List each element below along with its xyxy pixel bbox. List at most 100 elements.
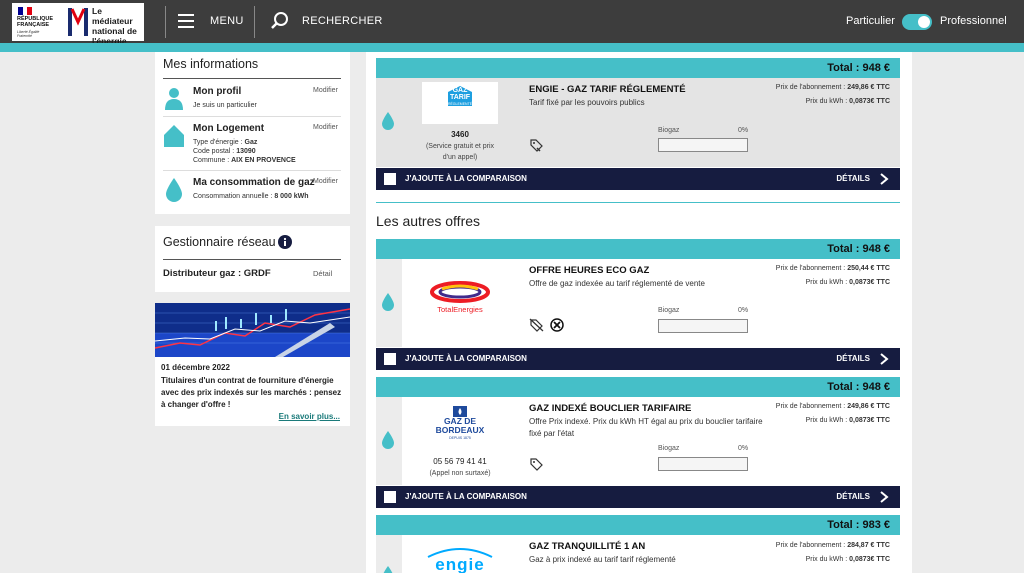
biogaz-percent: 0% <box>738 307 749 314</box>
compare-bar: J'AJOUTE À LA COMPARAISON DÉTAILS <box>376 486 900 508</box>
totalenergies-logo <box>430 281 490 303</box>
french-flag-icon <box>18 7 33 15</box>
offer-body: GAZ DE BORDEAUX DEPUIS 1875 05 56 79 41 … <box>376 397 900 485</box>
my-information-panel: Mes informations Mon profil Modifier Je … <box>155 52 350 214</box>
mediator-m-icon <box>68 8 88 36</box>
compare-bar: J'AJOUTE À LA COMPARAISON DÉTAILS <box>376 168 900 190</box>
toggle-label-particulier[interactable]: Particulier <box>846 15 895 27</box>
offer-total: Total : 948 € <box>827 381 890 393</box>
biogaz-label: Biogaz <box>658 127 680 134</box>
hamburger-menu-icon[interactable] <box>178 14 194 28</box>
commune: Commune : AIX EN PROVENCE <box>193 157 296 164</box>
toggle-label-professionnel[interactable]: Professionnel <box>940 15 1007 27</box>
logement-name: Mon Logement <box>193 123 265 134</box>
kwh-price: Prix du kWh : 0,0873€ TTC <box>805 556 890 563</box>
panel-title: Gestionnaire réseau <box>163 235 276 249</box>
offer-total: Total : 983 € <box>827 519 890 531</box>
kwh-price: Prix du kWh : 0,0873€ TTC <box>805 279 890 286</box>
header-separator <box>254 6 255 38</box>
biogaz-bar <box>658 457 748 471</box>
news-text: Titulaires d'un contrat de fourniture d'… <box>161 376 342 409</box>
chevron-right-icon[interactable] <box>878 352 890 366</box>
offer-phone: 3460 <box>451 130 469 139</box>
news-more-link[interactable]: En savoir plus... <box>279 412 340 421</box>
offer-total: Total : 948 € <box>827 243 890 255</box>
details-button[interactable]: DÉTAILS <box>836 492 870 501</box>
biogaz-percent: 0% <box>738 127 749 134</box>
section-title: Les autres offres <box>376 213 481 229</box>
offer-body: GAZ TARIF RÉGLEMENTÉ 3460 (Service gratu… <box>376 78 900 167</box>
chevron-right-icon[interactable] <box>878 490 890 504</box>
cancel-circle-icon <box>550 318 564 332</box>
header-separator <box>165 6 166 38</box>
postal-code: Code postal : 13090 <box>193 148 256 155</box>
user-icon <box>165 88 183 110</box>
distributor-label: Distributeur gaz : GRDF <box>163 268 271 279</box>
compare-label[interactable]: J'AJOUTE À LA COMPARAISON <box>405 492 527 501</box>
subscription-price: Prix de l'abonnement : 249,86 € TTC <box>775 84 890 91</box>
market-chart-image <box>155 303 350 357</box>
consommation-modify-link[interactable]: Modifier <box>313 178 338 185</box>
consommation-name: Ma consommation de gaz <box>193 177 315 188</box>
details-button[interactable]: DÉTAILS <box>836 354 870 363</box>
compare-label[interactable]: J'AJOUTE À LA COMPARAISON <box>405 354 527 363</box>
offer-phone: 05 56 79 41 41 <box>433 457 487 466</box>
gas-drop-icon <box>382 293 394 311</box>
section-divider <box>376 202 900 203</box>
biogaz-label: Biogaz <box>658 445 680 452</box>
offer-body: TotalEnergies OFFRE HEURES ECO GAZ Offre… <box>376 259 900 347</box>
profile-modify-link[interactable]: Modifier <box>313 87 338 94</box>
price-tag-icon <box>530 458 543 471</box>
offer-description: Gaz à prix indexé au tarif tarif régleme… <box>529 555 676 564</box>
consommation-row: Ma consommation de gaz Modifier Consomma… <box>163 177 341 207</box>
compare-checkbox[interactable] <box>384 353 396 365</box>
offer-total-bar: Total : 948 € <box>376 58 900 78</box>
gas-drop-icon <box>383 566 393 573</box>
gas-drop-icon <box>382 431 394 449</box>
offer-title: GAZ TRANQUILLITÉ 1 AN <box>529 541 646 552</box>
offer-description: Offre Prix indexé. Prix du kWh HT égal a… <box>529 417 763 438</box>
audience-toggle[interactable] <box>902 14 932 30</box>
gaz-de-bordeaux-logo: GAZ DE BORDEAUX DEPUIS 1875 05 56 79 41 … <box>402 397 518 485</box>
compare-checkbox[interactable] <box>384 491 396 503</box>
kwh-price: Prix du kWh : 0,0873€ TTC <box>805 98 890 105</box>
kwh-price: Prix du kWh : 0,0873€ TTC <box>805 417 890 424</box>
menu-button[interactable]: MENU <box>210 15 244 27</box>
distributor-detail-link[interactable]: Détail <box>313 269 332 278</box>
offer-total-bar: Total : 948 € <box>376 239 900 259</box>
compare-checkbox[interactable] <box>384 173 396 185</box>
republic-motto: Liberté Égalité Fraternité <box>17 30 40 38</box>
offer-description: Offre de gaz indexée au tarif réglementé… <box>529 279 705 288</box>
site-logo[interactable]: RÉPUBLIQUE FRANÇAISE Liberté Égalité Fra… <box>12 3 144 46</box>
offer-card: Total : 948 € TotalEnergies OFFRE HEURES… <box>376 239 900 371</box>
toggle-knob <box>918 16 930 28</box>
details-button[interactable]: DÉTAILS <box>836 174 870 183</box>
news-date: 01 décembre 2022 <box>161 363 230 372</box>
search-button[interactable]: RECHERCHER <box>302 15 383 27</box>
offer-description: Tarif fixé par les pouvoirs publics <box>529 98 645 107</box>
profile-sub: Je suis un particulier <box>193 102 257 109</box>
offer-phone-note: (Appel non surtaxé) <box>429 470 491 477</box>
gas-drop-icon <box>166 178 182 202</box>
republic-label: RÉPUBLIQUE FRANÇAISE <box>17 16 54 28</box>
logement-modify-link[interactable]: Modifier <box>313 124 338 131</box>
search-icon[interactable] <box>270 11 290 31</box>
house-icon <box>164 125 184 147</box>
offer-total-bar: Total : 948 € <box>376 377 900 397</box>
chevron-right-icon[interactable] <box>878 172 890 186</box>
news-panel: 01 décembre 2022 Titulaires d'un contrat… <box>155 303 350 426</box>
logo-text: TotalEnergies <box>437 305 483 314</box>
panel-title: Mes informations <box>163 57 259 71</box>
info-icon[interactable] <box>278 235 292 249</box>
biogaz-label: Biogaz <box>658 307 680 314</box>
tag-no-commitment-icon <box>529 318 544 332</box>
subscription-price: Prix de l'abonnement : 250,44 € TTC <box>775 265 890 272</box>
offer-title: ENGIE - GAZ TARIF RÉGLEMENTÉ <box>529 84 686 95</box>
biogaz-percent: 0% <box>738 445 749 452</box>
header-accent-strip <box>0 43 1024 52</box>
subscription-price: Prix de l'abonnement : 284,87 € TTC <box>775 542 890 549</box>
network-manager-panel: Gestionnaire réseau Distributeur gaz : G… <box>155 226 350 292</box>
offer-total-bar: Total : 983 € <box>376 515 900 535</box>
compare-label[interactable]: J'AJOUTE À LA COMPARAISON <box>405 174 527 183</box>
offer-body: engie GAZ TRANQUILLITÉ 1 AN Gaz à prix i… <box>376 535 900 573</box>
